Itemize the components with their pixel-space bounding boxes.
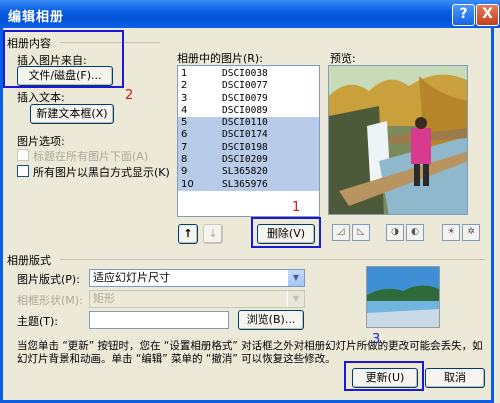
list-item[interactable]: 7 DSCI0198 (178, 141, 319, 155)
list-item-number: 7 (181, 141, 188, 153)
black-white-checkbox-label: 所有图片以黑白方式显示(K) (33, 166, 170, 179)
list-item-filename: SL365976 (222, 178, 268, 190)
list-item-filename: DSCI0209 (222, 154, 268, 166)
highlight-box-3 (344, 361, 424, 391)
list-item-filename: DSCI0077 (222, 80, 268, 92)
preview-image (328, 65, 468, 215)
list-item-filename: DSCI0110 (222, 117, 268, 129)
list-item-filename: DSCI0038 (222, 68, 268, 79)
layout-thumbnail (366, 266, 440, 328)
theme-input[interactable] (89, 311, 229, 329)
list-item[interactable]: 4 DSCI0089 (178, 105, 319, 117)
list-item-filename: SL365820 (222, 166, 268, 178)
pictures-list-label: 相册中的图片(R): (177, 52, 263, 65)
frame-shape-value: 矩形 (93, 292, 115, 305)
black-white-checkbox[interactable] (17, 165, 29, 177)
list-item-number: 9 (181, 166, 188, 178)
brightness-down-icon[interactable]: ✲ (462, 224, 480, 241)
picture-layout-value: 适应幻灯片尺寸 (93, 271, 170, 284)
theme-label: 主题(T): (17, 315, 59, 328)
list-item-number: 10 (181, 178, 194, 190)
chevron-down-icon: ▼ (287, 270, 304, 286)
list-item-filename: DSCI0089 (222, 104, 268, 116)
list-item[interactable]: 10 SL365976 (178, 178, 319, 191)
picture-layout-select[interactable]: 适应幻灯片尺寸 ▼ (89, 269, 305, 287)
pictures-listbox[interactable]: 1 DSCI0038 2 DSCI0077 3 DSCI0079 4 DSCI0089 5 DSC… (177, 65, 320, 217)
list-item[interactable]: 9 SL365820 (178, 166, 319, 179)
browse-button[interactable]: 浏览(B)... (238, 310, 304, 330)
chevron-down-icon: ▼ (287, 291, 304, 307)
new-textbox-button[interactable]: 新建文本框(X) (30, 104, 114, 124)
list-item-number: 1 (181, 68, 188, 79)
frame-shape-label: 相框形状(M): (17, 294, 83, 307)
list-item[interactable]: 5 DSCI0110 (178, 117, 319, 130)
list-item-number: 2 (181, 80, 188, 92)
rotate-left-icon[interactable]: ◿ (332, 224, 350, 241)
cancel-button[interactable]: 取消 (425, 368, 485, 388)
list-item[interactable]: 1 DSCI0038 (178, 68, 319, 80)
rotate-right-icon[interactable]: ◺ (352, 224, 370, 241)
move-down-button[interactable]: ↓ (203, 224, 223, 244)
list-item-filename: DSCI0079 (222, 92, 268, 104)
picture-layout-label: 图片版式(P): (17, 273, 80, 286)
preview-label: 预览: (330, 52, 356, 65)
highlight-box-2 (3, 30, 124, 88)
list-item[interactable]: 3 DSCI0079 (178, 93, 319, 105)
picture-options-label: 图片选项: (17, 135, 65, 148)
annotation-3: 3 (372, 332, 381, 347)
preview-photo (329, 66, 467, 214)
layout-thumbnail-image (367, 267, 439, 327)
contrast-up-icon[interactable]: ◑ (386, 224, 404, 241)
list-item-filename: DSCI0174 (222, 129, 268, 141)
list-item[interactable]: 8 DSCI0209 (178, 154, 319, 167)
frame-shape-select[interactable]: 矩形 ▼ (89, 290, 305, 308)
brightness-up-icon[interactable]: ☀ (442, 224, 460, 241)
caption-checkbox[interactable] (17, 149, 29, 161)
layout-divider (60, 259, 485, 260)
list-item[interactable]: 6 DSCI0174 (178, 129, 319, 142)
highlight-box-1 (251, 217, 321, 248)
list-item-number: 4 (181, 104, 188, 116)
list-item[interactable]: 2 DSCI0077 (178, 80, 319, 92)
list-item-filename: DSCI0198 (222, 141, 268, 153)
list-item-number: 8 (181, 154, 188, 166)
caption-checkbox-label: 标题在所有图片下面(A) (33, 150, 149, 163)
list-item-number: 3 (181, 92, 188, 104)
insert-text-label: 插入文本: (17, 91, 65, 104)
annotation-2: 2 (125, 88, 134, 103)
contrast-down-icon[interactable]: ◐ (406, 224, 424, 241)
move-up-button[interactable]: ↑ (178, 224, 198, 244)
title-bar (0, 0, 500, 28)
arrow-down-icon: ↓ (208, 227, 218, 240)
list-item-number: 6 (181, 129, 188, 141)
close-button[interactable]: X (476, 4, 499, 26)
dialog-title: 编辑相册 (8, 10, 65, 25)
annotation-1: 1 (292, 200, 301, 215)
album-layout-label: 相册版式 (7, 254, 51, 267)
help-button[interactable]: ? (452, 4, 475, 26)
arrow-up-icon: ↑ (183, 227, 193, 240)
list-item-number: 5 (181, 117, 188, 129)
